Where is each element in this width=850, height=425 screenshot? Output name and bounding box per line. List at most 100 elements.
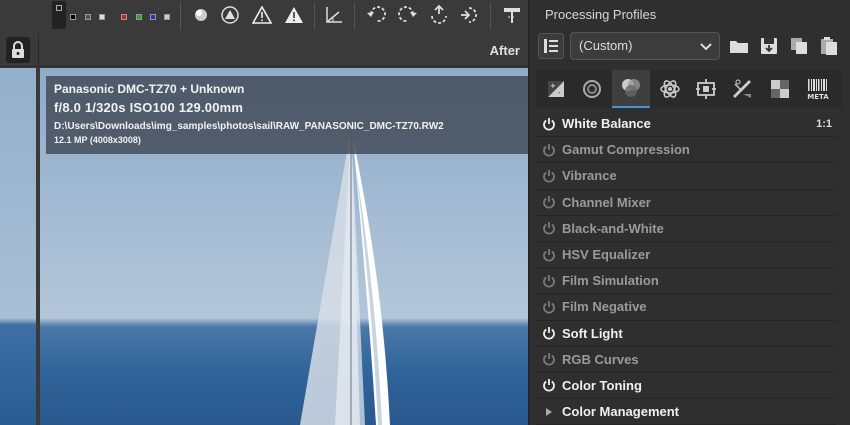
camera-model: Panasonic DMC-TZ70 + Unknown <box>54 82 245 96</box>
after-label: After <box>489 43 520 58</box>
warning-filled-icon <box>285 7 303 23</box>
tab-raw[interactable] <box>724 70 760 108</box>
tool-row[interactable]: Gamut Compression <box>536 137 836 164</box>
tab-exposure[interactable]: + - <box>538 70 574 108</box>
svg-text:+: + <box>550 82 556 90</box>
profile-select[interactable]: (Custom) <box>570 32 720 60</box>
tab-advanced[interactable] <box>652 70 688 108</box>
channel-green[interactable] <box>136 14 142 20</box>
expander-arrow-icon[interactable] <box>536 407 562 417</box>
preview-divider <box>38 33 39 67</box>
angle-icon <box>326 7 342 23</box>
folder-icon <box>730 41 748 53</box>
power-off-icon[interactable] <box>536 195 562 209</box>
highlight-clipping-button[interactable] <box>282 3 306 27</box>
profile-row: (Custom) <box>536 30 842 62</box>
tool-row[interactable]: RGB Curves <box>536 347 836 373</box>
power-off-icon[interactable] <box>536 169 562 183</box>
channel-luminance[interactable] <box>164 14 170 20</box>
lock-button[interactable] <box>6 37 30 63</box>
preview-header <box>0 33 528 67</box>
channel-blue[interactable] <box>150 14 156 20</box>
tab-metadata[interactable]: META <box>798 70 838 108</box>
atom-icon <box>660 80 680 98</box>
copy-icon <box>791 38 807 54</box>
checker-icon <box>771 80 789 98</box>
shadow-clipping-button[interactable] <box>250 3 274 27</box>
power-on-icon[interactable] <box>536 378 562 392</box>
open-profile-button[interactable] <box>726 33 752 59</box>
tool-row[interactable]: Color Management <box>536 399 836 425</box>
power-off-icon[interactable] <box>536 300 562 314</box>
tab-locallab[interactable] <box>762 70 798 108</box>
power-off-icon[interactable] <box>536 221 562 235</box>
toolbar-separator <box>180 2 181 30</box>
tool-row[interactable]: Film Simulation <box>536 268 836 295</box>
list-icon <box>544 39 558 53</box>
file-path: D:\Users\Downloads\img_samples\photos\sa… <box>54 121 444 132</box>
bg-swatch-dark-gray[interactable] <box>85 14 91 20</box>
tool-row[interactable]: White Balance 1:1 <box>536 111 836 138</box>
bg-swatch-black[interactable] <box>70 14 76 20</box>
power-off-icon[interactable] <box>536 274 562 288</box>
chevron-down-icon <box>700 43 712 51</box>
tool-row[interactable]: Channel Mixer <box>536 190 836 216</box>
power-on-icon[interactable] <box>536 117 562 131</box>
tool-zoom-indicator: 1:1 <box>816 117 832 130</box>
tool-row[interactable]: Vibrance <box>536 163 836 190</box>
raw-icon <box>733 79 751 98</box>
focus-mask-button[interactable] <box>190 3 212 27</box>
tool-row[interactable]: Color Toning <box>536 373 836 400</box>
tool-label: Channel Mixer <box>562 194 651 210</box>
t-guide-icon <box>504 8 520 23</box>
tool-row[interactable]: Soft Light <box>536 321 836 347</box>
processing-profiles-title: Processing Profiles <box>545 7 657 22</box>
save-profile-button[interactable] <box>756 33 782 59</box>
tool-label: Vibrance <box>562 168 617 184</box>
paste-icon <box>821 37 837 55</box>
megapixels-info: 12.1 MP (4008x3008) <box>54 135 141 145</box>
profile-list-button[interactable] <box>538 33 564 59</box>
tool-tabs: + - META <box>536 70 842 108</box>
toolbar-separator <box>354 2 355 30</box>
power-off-icon[interactable] <box>536 352 562 366</box>
power-off-icon[interactable] <box>536 143 562 157</box>
tool-label: RGB Curves <box>562 351 639 367</box>
warning-icon <box>252 6 272 24</box>
tab-transform[interactable] <box>688 70 724 108</box>
background-toggle[interactable] <box>52 1 66 29</box>
flip-horizontal-button[interactable] <box>426 3 452 27</box>
tool-list: White Balance 1:1 Gamut Compression Vibranc… <box>536 111 836 425</box>
before-image[interactable] <box>0 68 36 425</box>
image-editor-area: After Panasonic DMC-TZ70 + Unknown f/8.0… <box>0 0 528 425</box>
tool-row[interactable]: HSV Equalizer <box>536 242 836 269</box>
power-off-icon[interactable] <box>536 248 562 262</box>
tool-label: Gamut Compression <box>562 142 690 158</box>
tool-label: Color Management <box>562 404 680 420</box>
channel-red[interactable] <box>121 14 127 20</box>
tool-row[interactable]: Film Negative <box>536 294 836 321</box>
tool-label: Color Toning <box>562 377 642 393</box>
tab-color[interactable] <box>612 70 650 108</box>
crop-guide-button[interactable] <box>500 3 524 27</box>
save-icon <box>761 38 777 54</box>
rotate-left-button[interactable] <box>364 3 390 27</box>
paste-profile-button[interactable] <box>816 33 842 59</box>
bg-swatch-white[interactable] <box>99 14 105 20</box>
meta-label: META <box>807 93 829 101</box>
straighten-button[interactable] <box>322 3 346 27</box>
rotate-right-button[interactable] <box>394 3 420 27</box>
tool-label: Soft Light <box>562 325 623 341</box>
power-on-icon[interactable] <box>536 326 562 340</box>
rotate-cw-icon <box>398 6 417 22</box>
clipping-indicator-button[interactable] <box>218 3 242 27</box>
copy-profile-button[interactable] <box>786 33 812 59</box>
detail-icon <box>583 80 601 98</box>
flip-vertical-button[interactable] <box>458 3 482 27</box>
tool-label: Black-and-White <box>562 220 664 236</box>
image-info-overlay: Panasonic DMC-TZ70 + Unknown f/8.0 1/320… <box>46 76 528 154</box>
tab-detail[interactable] <box>574 70 610 108</box>
tool-row[interactable]: Black-and-White <box>536 216 836 242</box>
barcode-icon: META <box>807 79 829 101</box>
editor-toolbar <box>0 0 528 33</box>
